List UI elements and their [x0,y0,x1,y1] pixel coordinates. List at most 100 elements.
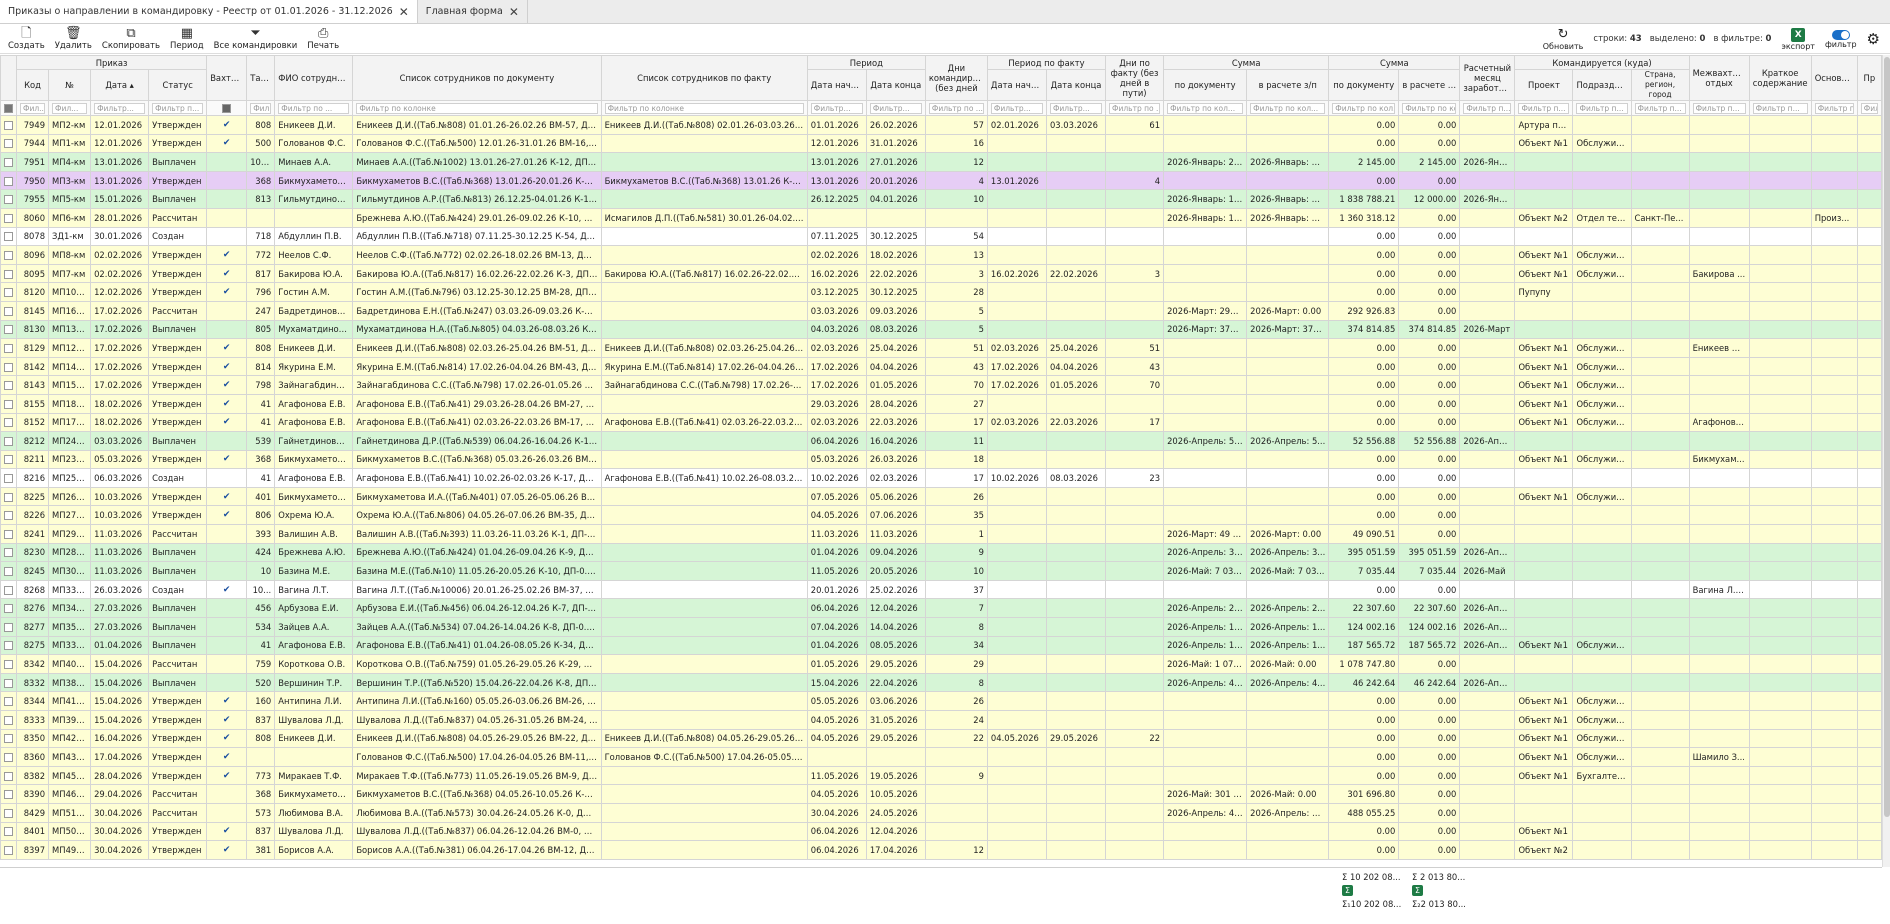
cell-data[interactable]: 15.01.2026 [90,189,150,209]
cell-mezh[interactable] [1688,505,1750,526]
cell-krat[interactable] [1748,747,1812,767]
row-checkbox[interactable] [0,617,18,637]
cell-f1[interactable] [986,542,1047,563]
cell-s2[interactable]: 2026-Апрель: 1... [1246,635,1330,656]
cell-osn[interactable] [1810,524,1858,544]
cell-pr[interactable] [1856,133,1882,154]
cell-data[interactable]: 17.04.2026 [90,747,150,767]
cell-data[interactable]: 13.01.2026 [90,152,150,172]
table-row[interactable]: 8145 МП16-... 17.02.2026 Рассчитан 247 Бадрет… [0,300,1882,321]
row-checkbox[interactable] [0,449,18,470]
cell-mes[interactable] [1459,282,1516,302]
header-fio[interactable]: ФИО сотрудника [274,55,354,101]
cell-proekt[interactable]: Объект №1 [1514,747,1574,767]
table-row[interactable]: 8333 МП39-... 15.04.2026 Утвержден ✔ 837 Шувал… [0,710,1882,730]
cell-dni[interactable]: 3 [924,263,988,284]
cell-data[interactable]: 18.02.2026 [90,412,150,433]
filter-input[interactable]: Фильтр по кол... [1167,102,1244,114]
cell-mes[interactable] [1459,375,1516,395]
cell-fio[interactable]: Еникеев Д.И. [274,728,354,749]
cell-fio[interactable]: Бикмухаметов ... [274,784,354,804]
cell-d1[interactable]: 11.05.2026 [806,765,867,786]
cell-data[interactable]: 10.03.2026 [90,505,150,526]
cell-d1[interactable]: 07.04.2026 [806,617,867,637]
cell-kod[interactable]: 8332 [16,672,50,693]
cell-spisok_doc[interactable]: Бикмухаметова И.А.((Таб.№401) 07.05.26-0… [352,486,602,507]
cell-dnif[interactable] [1105,561,1165,581]
cell-s4[interactable]: 0.00 [1398,115,1461,135]
cell-status[interactable]: Утвержден [148,486,208,507]
checkbox-icon[interactable] [4,120,13,130]
cell-dnif[interactable] [1105,617,1165,637]
cell-s3[interactable]: 49 090.51 [1328,524,1400,544]
cell-fio[interactable]: Брежнева А.Ю. [274,542,354,563]
filter-input[interactable]: Фильтр п... [1463,102,1512,114]
table-row[interactable]: 8143 МП15-... 17.02.2026 Утвержден ✔ 798 Зайна… [0,375,1882,395]
filter-input[interactable]: Фильтр по ... [928,102,984,114]
cell-dnif[interactable] [1105,300,1165,321]
cell-spisok_fakt[interactable] [600,319,808,340]
cell-spisok_fakt[interactable] [600,542,808,563]
cell-tab[interactable]: 247 [246,300,276,321]
cell-f2[interactable] [1045,710,1107,730]
cell-s4[interactable]: 0.00 [1398,821,1461,842]
header-data-nach[interactable]: Дата начала [806,69,867,101]
cell-vakht[interactable] [206,152,248,172]
cell-s3[interactable]: 0.00 [1328,449,1400,470]
table-row[interactable]: 7951 МП4-км 13.01.2026 Выплачен 1002 Минаев А… [0,152,1882,172]
cell-status[interactable]: Выплачен [148,189,208,209]
cell-strana[interactable] [1630,152,1690,172]
cell-s2[interactable] [1246,356,1330,377]
cell-spisok_fakt[interactable] [600,189,808,209]
cell-vakht[interactable]: ✔ [206,728,248,749]
cell-mes[interactable] [1459,784,1516,804]
scroll-thumb[interactable] [1884,57,1890,817]
cell-mezh[interactable]: Шамило З... [1688,747,1750,767]
cell-dni[interactable]: 13 [924,245,988,265]
cell-d2[interactable]: 04.04.2026 [865,356,926,377]
row-checkbox[interactable] [0,561,18,581]
cell-vakht[interactable]: ✔ [206,449,248,470]
cell-f1[interactable] [986,505,1047,526]
cell-vakht[interactable]: ✔ [206,393,248,414]
cell-s3[interactable]: 0.00 [1328,747,1400,767]
checkbox-icon[interactable] [4,492,13,502]
cell-f2[interactable] [1045,802,1107,823]
cell-d1[interactable]: 17.02.2026 [806,375,867,395]
cell-mes[interactable] [1459,412,1516,433]
cell-pr[interactable] [1856,393,1882,414]
checkbox-icon[interactable] [4,529,13,539]
cell-s3[interactable]: 52 556.88 [1328,431,1400,451]
cell-krat[interactable] [1748,170,1812,191]
header-rasch-mes[interactable]: Расчетный месяц заработной [1459,55,1516,101]
checkbox-icon[interactable] [4,715,13,725]
cell-proekt[interactable] [1514,784,1574,804]
cell-d2[interactable]: 30.12.2025 [865,282,926,302]
cell-d2[interactable]: 28.04.2026 [865,393,926,414]
cell-data[interactable]: 05.03.2026 [90,449,150,470]
filter-cell[interactable]: Фильтр... [90,100,150,116]
cell-tab[interactable]: 539 [246,431,276,451]
cell-d2[interactable]: 12.04.2026 [865,598,926,619]
cell-s4[interactable]: 0.00 [1398,728,1461,749]
cell-dnif[interactable]: 4 [1105,170,1165,191]
filter-cell[interactable]: Фильтр по ... [924,100,988,116]
cell-f1[interactable] [986,245,1047,265]
cell-spisok_doc[interactable]: Неелов С.Ф.((Таб.№772) 02.02.26-18.02.26… [352,245,602,265]
cell-nomer[interactable]: МП41-... [48,691,92,711]
sigma-icon[interactable]: Σ [1412,885,1423,896]
cell-status[interactable]: Создан [148,468,208,488]
cell-fio[interactable]: Бикмухаметова... [274,486,354,507]
cell-krat[interactable] [1748,468,1812,488]
cell-mezh[interactable]: Бакирова ... [1688,263,1750,284]
cell-dnif[interactable] [1105,542,1165,563]
cell-d2[interactable]: 22.04.2026 [865,672,926,693]
cell-dnif[interactable] [1105,207,1165,228]
checkbox-icon[interactable] [4,195,13,205]
cell-data[interactable]: 11.03.2026 [90,542,150,563]
cell-s1[interactable] [1163,226,1248,247]
cell-dnif[interactable] [1105,189,1165,209]
cell-dnif[interactable] [1105,133,1165,154]
row-checkbox[interactable] [0,579,18,600]
cell-mes[interactable] [1459,524,1516,544]
